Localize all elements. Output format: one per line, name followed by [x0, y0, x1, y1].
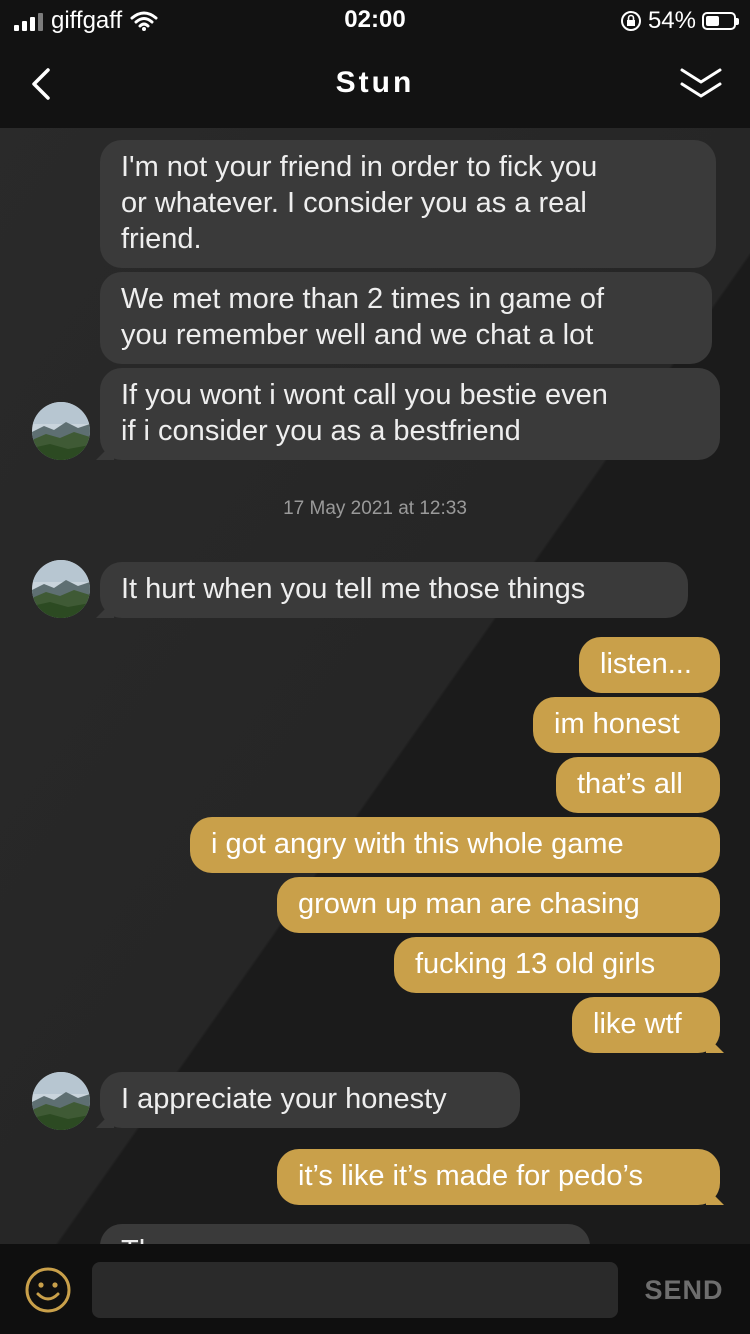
landscape-avatar-icon — [32, 1072, 90, 1130]
message-bubble[interactable]: like wtf — [572, 997, 720, 1053]
message-bubble[interactable]: I appreciate your honesty — [100, 1072, 520, 1128]
message-line: if i consider you as a bestfriend — [121, 415, 521, 447]
message-bubble[interactable]: I'm not your friend in order to fick you… — [100, 140, 716, 268]
message-line: or whatever. I consider you as a real — [121, 187, 587, 219]
battery-icon — [702, 12, 739, 30]
message-line: I'm not your friend in order to fick you — [121, 151, 598, 183]
message-input[interactable] — [92, 1262, 618, 1318]
date-divider: 17 May 2021 at 12:33 — [283, 498, 467, 519]
message-line: you remember well and we chat a lot — [121, 319, 594, 351]
nav-bar: Stun — [0, 42, 750, 128]
message-line: Th — [121, 1233, 569, 1244]
message-line: listen... — [600, 648, 692, 680]
landscape-avatar-icon — [32, 402, 90, 460]
conversation-title[interactable]: Stun — [0, 66, 750, 100]
message-line: fucking 13 old girls — [415, 948, 656, 980]
landscape-avatar-icon — [32, 560, 90, 618]
smiley-icon[interactable] — [24, 1266, 72, 1314]
message-bubble[interactable]: We met more than 2 times in game of you … — [100, 272, 712, 364]
avatar[interactable] — [32, 560, 90, 618]
input-bar: SEND — [0, 1244, 750, 1334]
message-bubble[interactable]: i got angry with this whole game — [190, 817, 720, 873]
message-bubble[interactable]: im honest — [533, 697, 720, 753]
message-list[interactable]: I'm not your friend in order to fick you… — [0, 128, 750, 1244]
message-line: that’s all — [577, 768, 683, 800]
battery-percent: 54% — [647, 7, 696, 34]
status-right: 54% — [620, 6, 739, 36]
message-bubble[interactable]: fucking 13 old girls — [394, 937, 720, 993]
status-bar: giffgaff 02:00 54% — [0, 0, 750, 42]
message-line: it’s like it’s made for pedo’s — [298, 1160, 643, 1192]
message-line: We met more than 2 times in game of — [121, 283, 605, 315]
message-line: friend. — [121, 223, 202, 255]
message-bubble[interactable]: listen... — [579, 637, 720, 693]
message-bubble[interactable]: It hurt when you tell me those things — [100, 562, 688, 618]
message-bubble[interactable]: it’s like it’s made for pedo’s — [277, 1149, 720, 1205]
message-bubble[interactable]: Th — [100, 1224, 590, 1244]
message-bubble[interactable]: that’s all — [556, 757, 720, 813]
avatar[interactable] — [32, 1072, 90, 1130]
message-line: im honest — [554, 708, 680, 740]
message-line: i got angry with this whole game — [211, 828, 624, 860]
message-line: If you wont i wont call you bestie even — [121, 379, 608, 411]
message-bubble[interactable]: grown up man are chasing — [277, 877, 720, 933]
message-line: I appreciate your honesty — [121, 1083, 447, 1115]
message-line: It hurt when you tell me those things — [121, 573, 586, 605]
message-line: like wtf — [593, 1008, 682, 1040]
message-bubble[interactable]: If you wont i wont call you bestie even … — [100, 368, 720, 460]
double-chevron-down-icon[interactable] — [678, 64, 724, 104]
send-button[interactable]: SEND — [638, 1270, 730, 1310]
message-line: grown up man are chasing — [298, 888, 640, 920]
avatar[interactable] — [32, 402, 90, 460]
rotation-lock-icon — [620, 11, 641, 31]
